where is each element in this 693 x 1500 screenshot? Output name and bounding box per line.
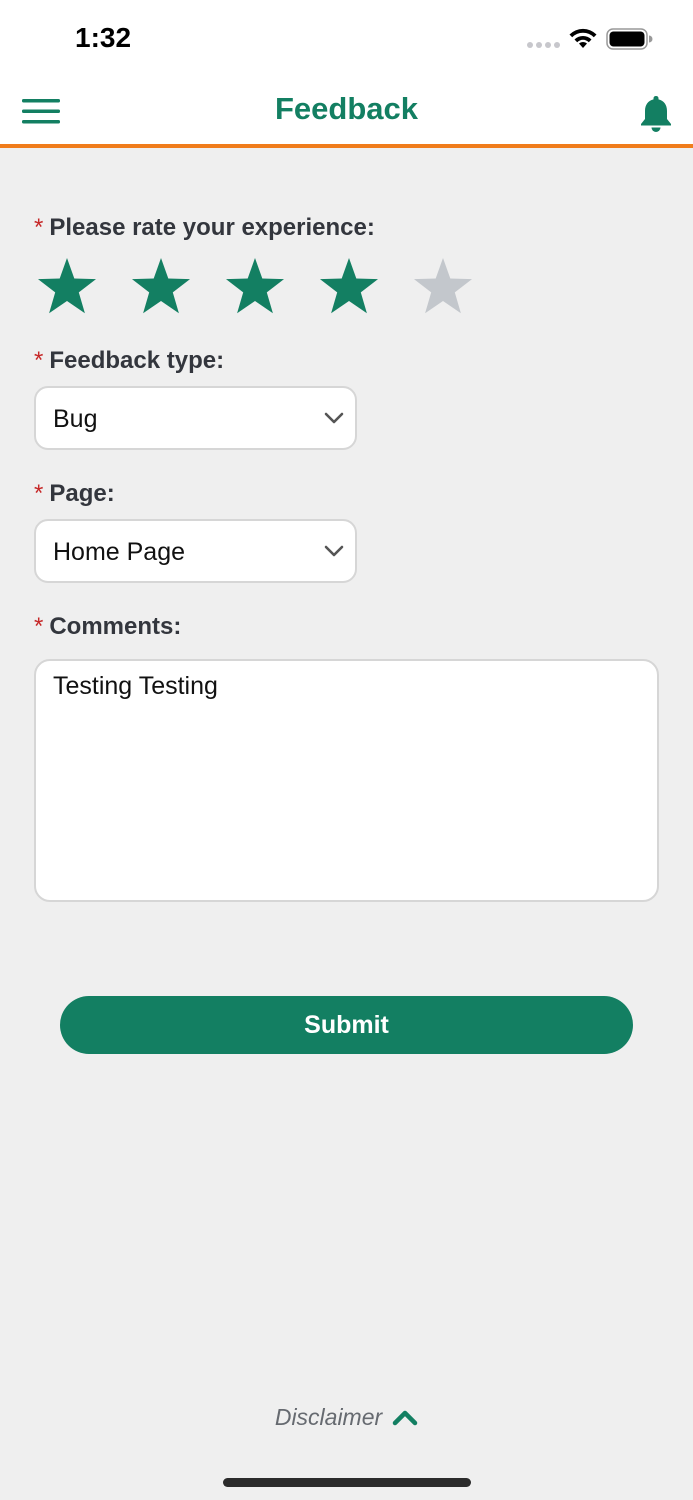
cellular-signal-icon <box>527 42 560 48</box>
chevron-down-icon <box>324 545 344 557</box>
chevron-up-icon <box>392 1410 418 1426</box>
star-rating <box>36 256 486 316</box>
wifi-icon <box>569 28 597 48</box>
required-marker: * <box>34 613 44 640</box>
required-marker: * <box>34 480 44 507</box>
page-label-text: Page: <box>49 480 115 507</box>
status-time: 1:32 <box>75 22 132 53</box>
status-bar: 1:32 <box>0 0 693 78</box>
comments-label-text: Comments: <box>49 613 182 640</box>
star-icon-3[interactable] <box>224 256 286 316</box>
battery-icon <box>606 28 653 50</box>
star-icon-2[interactable] <box>130 256 192 316</box>
comments-textarea[interactable]: Testing Testing <box>34 659 659 902</box>
page-title: Feedback <box>274 91 418 126</box>
page-select[interactable]: Home Page <box>34 519 357 583</box>
feedback-type-label: * Feedback type: <box>34 347 224 375</box>
notification-bell-icon[interactable] <box>638 94 674 132</box>
rating-label-text: Please rate your experience: <box>49 214 375 241</box>
submit-button[interactable]: Submit <box>60 996 633 1054</box>
rating-label: * Please rate your experience: <box>34 214 375 242</box>
disclaimer-toggle[interactable]: Disclaimer <box>0 1400 693 1434</box>
feedback-type-select[interactable]: Bug <box>34 386 357 450</box>
star-icon-4[interactable] <box>318 256 380 316</box>
star-icon-1[interactable] <box>36 256 98 316</box>
feedback-type-label-text: Feedback type: <box>49 347 225 374</box>
required-marker: * <box>34 347 44 374</box>
chevron-down-icon <box>324 412 344 424</box>
page-value: Home Page <box>53 538 186 566</box>
star-icon-5[interactable] <box>412 256 474 316</box>
disclaimer-label: Disclaimer <box>274 1403 383 1430</box>
app-header: Feedback <box>0 78 693 148</box>
comments-value: Testing Testing <box>53 672 218 700</box>
home-indicator <box>223 1478 471 1487</box>
feedback-type-value: Bug <box>53 405 98 433</box>
required-marker: * <box>34 214 44 241</box>
page-label: * Page: <box>34 480 115 508</box>
comments-label: * Comments: <box>34 613 181 641</box>
